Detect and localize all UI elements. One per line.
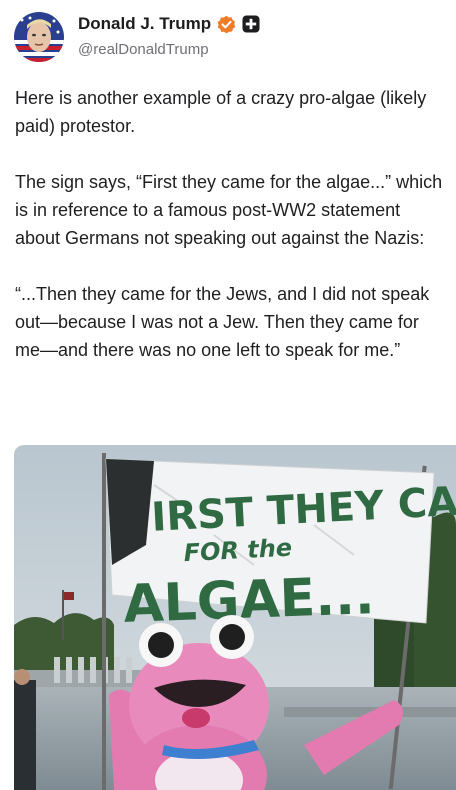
user-handle[interactable]: @realDonaldTrump: [78, 41, 209, 58]
post-paragraph: The sign says, “First they came for the …: [15, 172, 443, 248]
plus-badge-icon: [242, 15, 260, 33]
post-body: Here is another example of a crazy pro-a…: [15, 84, 443, 392]
sign-line-2: FOR the: [183, 534, 293, 568]
post-image[interactable]: IRST THEY CAME FOR the ALGAE...: [14, 445, 456, 790]
avatar[interactable]: [14, 12, 64, 62]
post-paragraph: “...Then they came for the Jews, and I d…: [15, 284, 430, 360]
display-name[interactable]: Donald J. Trump: [78, 14, 211, 34]
name-row: Donald J. Trump: [78, 14, 260, 34]
verified-badge-icon: [217, 15, 236, 34]
post-paragraph: Here is another example of a crazy pro-a…: [15, 88, 427, 136]
post-header: Donald J. Trump @realDonaldTrump: [14, 10, 442, 66]
